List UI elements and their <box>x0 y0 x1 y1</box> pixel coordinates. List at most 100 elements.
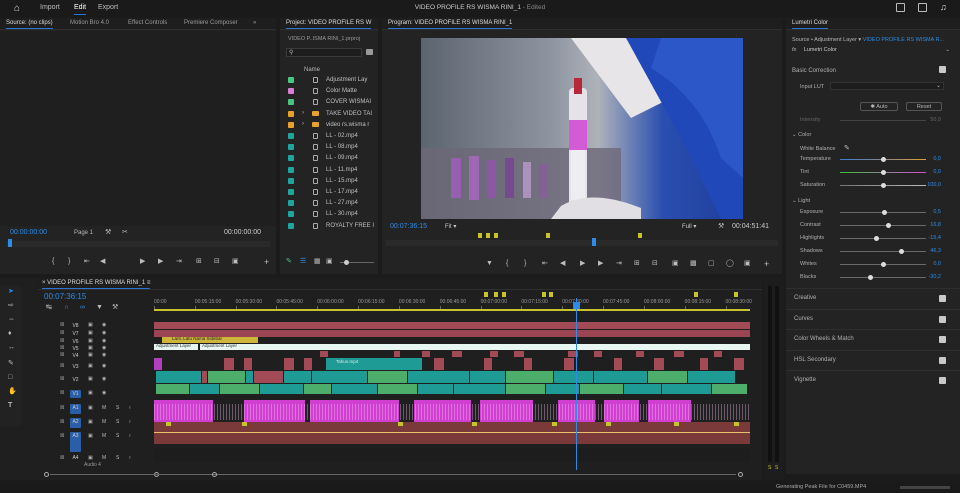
slider-value[interactable]: 16,8 <box>919 222 941 228</box>
microphone-icon[interactable]: ♀ <box>128 419 132 425</box>
track-name[interactable]: A2 <box>70 418 81 428</box>
add-marker-icon[interactable]: ▼ <box>96 304 103 312</box>
adjustment-clip[interactable] <box>320 351 328 357</box>
add-marker-icon[interactable]: ▼ <box>486 260 493 268</box>
sync-lock-icon[interactable]: ▣ <box>88 322 93 328</box>
section-checkbox[interactable] <box>939 356 946 364</box>
slider-knob[interactable] <box>882 210 888 215</box>
sync-lock-icon[interactable]: ▣ <box>88 376 93 382</box>
list-item[interactable]: LL - 11.mp4 <box>280 165 378 176</box>
video-clip[interactable] <box>312 371 367 383</box>
video-clip[interactable] <box>688 371 735 383</box>
slider-knob[interactable] <box>880 157 886 162</box>
video-clip[interactable] <box>202 371 207 383</box>
label-color-chip[interactable] <box>288 99 294 106</box>
scroll-track[interactable] <box>50 474 210 475</box>
video-clip[interactable] <box>246 371 253 383</box>
sync-lock-icon[interactable]: ▣ <box>88 419 93 425</box>
mark-out-icon[interactable]: } <box>68 258 70 266</box>
mute-button[interactable]: M <box>102 419 106 425</box>
video-clip[interactable] <box>220 384 259 394</box>
go-to-in-icon[interactable]: ⇤ <box>84 258 90 266</box>
fullscreen-icon[interactable] <box>918 3 927 12</box>
video-clip[interactable] <box>156 384 189 394</box>
basic-correction-checkbox[interactable] <box>939 66 946 73</box>
scroll-left-handle[interactable] <box>44 472 49 477</box>
track-name[interactable]: V1 <box>70 390 81 398</box>
video-clip[interactable] <box>454 384 505 394</box>
adjustment-clip[interactable] <box>154 330 750 337</box>
hand-tool-icon[interactable]: ✋ <box>8 388 17 396</box>
marker[interactable] <box>494 233 498 238</box>
lock-icon[interactable]: ☒ <box>60 338 64 344</box>
section-checkbox[interactable] <box>939 377 946 384</box>
solo-button[interactable]: S <box>116 455 119 461</box>
selection-tool-icon[interactable]: ➤ <box>8 288 14 296</box>
label-color-chip[interactable] <box>288 144 294 151</box>
track-name[interactable]: A1 <box>70 404 81 414</box>
solo-left-label[interactable]: S <box>768 465 771 471</box>
list-view-icon[interactable]: ☰ <box>300 258 306 266</box>
adjustment-slider[interactable] <box>840 249 926 254</box>
adjustment-clip[interactable] <box>154 322 750 329</box>
section-checkbox[interactable] <box>939 336 946 343</box>
disclosure-arrow-icon[interactable]: › <box>302 110 304 116</box>
slider-knob[interactable] <box>880 170 886 175</box>
go-to-out-icon[interactable]: ⇥ <box>616 260 622 268</box>
eyedropper-icon[interactable]: ✎ <box>844 145 850 153</box>
overwrite-icon[interactable]: ⊟ <box>214 258 220 266</box>
settings-wrench-icon[interactable]: ⚒ <box>718 223 724 231</box>
eye-icon[interactable]: ◉ <box>102 363 106 369</box>
scissors-icon[interactable]: ✂ <box>122 229 128 237</box>
video-clip[interactable] <box>554 371 593 383</box>
solo-right-label[interactable]: S <box>775 465 778 471</box>
adjustment-clip[interactable] <box>434 358 444 370</box>
pencil-icon[interactable]: ✎ <box>286 258 292 266</box>
adjustment-clip[interactable] <box>284 358 294 370</box>
adjustment-clip[interactable] <box>514 351 524 357</box>
marker[interactable] <box>502 292 506 297</box>
adjustment-clip[interactable] <box>614 358 622 370</box>
header-scrollbar[interactable] <box>44 472 218 477</box>
scroll-right-handle[interactable] <box>212 472 217 477</box>
quick-export-icon[interactable] <box>896 3 905 12</box>
list-item[interactable]: › TAKE VIDEO TAI <box>280 109 378 120</box>
source-scrubber[interactable] <box>6 239 270 247</box>
nest-icon[interactable]: ↹ <box>46 304 52 312</box>
list-item[interactable]: ROYALTY FREE I <box>280 221 378 232</box>
tab-program[interactable]: Program: VIDEO PROFILE RS WISMA RINI_1 <box>388 20 513 29</box>
audio-clip[interactable] <box>480 400 533 410</box>
adjustment-slider[interactable] <box>840 183 926 188</box>
adjustment-clip[interactable] <box>714 351 722 357</box>
label-color-chip[interactable] <box>288 222 294 229</box>
video-track-header[interactable]: ☒ V2 ▣ ◉ <box>38 376 154 386</box>
adjustment-clip[interactable] <box>422 351 430 357</box>
settings-wrench-icon[interactable]: ⚒ <box>112 304 118 312</box>
eye-icon[interactable]: ◉ <box>102 352 106 358</box>
pen-tool-icon[interactable]: ✎ <box>8 360 14 368</box>
audio-clip[interactable] <box>244 400 305 410</box>
play-icon[interactable]: ▶ <box>580 260 585 268</box>
lumetri-section-0[interactable]: Creative <box>786 288 960 308</box>
audio-track-header[interactable]: ☒ A2 ▣ M S ♀ <box>38 418 154 430</box>
section-checkbox[interactable] <box>939 295 946 302</box>
video-clip[interactable] <box>332 384 377 394</box>
new-bin-icon[interactable] <box>366 49 373 55</box>
slider-knob[interactable] <box>873 236 879 241</box>
tab-effect-controls[interactable]: Effect Controls <box>128 20 167 26</box>
ripple-edit-icon[interactable]: ⇔ <box>8 316 15 324</box>
sync-lock-icon[interactable]: ▣ <box>88 330 93 336</box>
list-item[interactable]: › video rs.wisma r <box>280 120 378 131</box>
lock-icon[interactable]: ☒ <box>60 433 64 439</box>
marker[interactable] <box>694 292 698 297</box>
audio-clip[interactable] <box>154 400 213 410</box>
extract-icon[interactable]: ⊟ <box>652 260 658 268</box>
zoom-knob[interactable] <box>344 260 349 265</box>
program-timecode[interactable]: 00:07:36:15 <box>390 223 427 230</box>
program-scrubber[interactable] <box>386 238 778 246</box>
video-clip[interactable] <box>712 384 747 394</box>
lumetri-section-2[interactable]: Color Wheels & Match <box>786 329 960 349</box>
audio-clip[interactable] <box>648 400 691 410</box>
camera-icon[interactable]: ▣ <box>232 258 239 266</box>
marker[interactable] <box>542 292 546 297</box>
